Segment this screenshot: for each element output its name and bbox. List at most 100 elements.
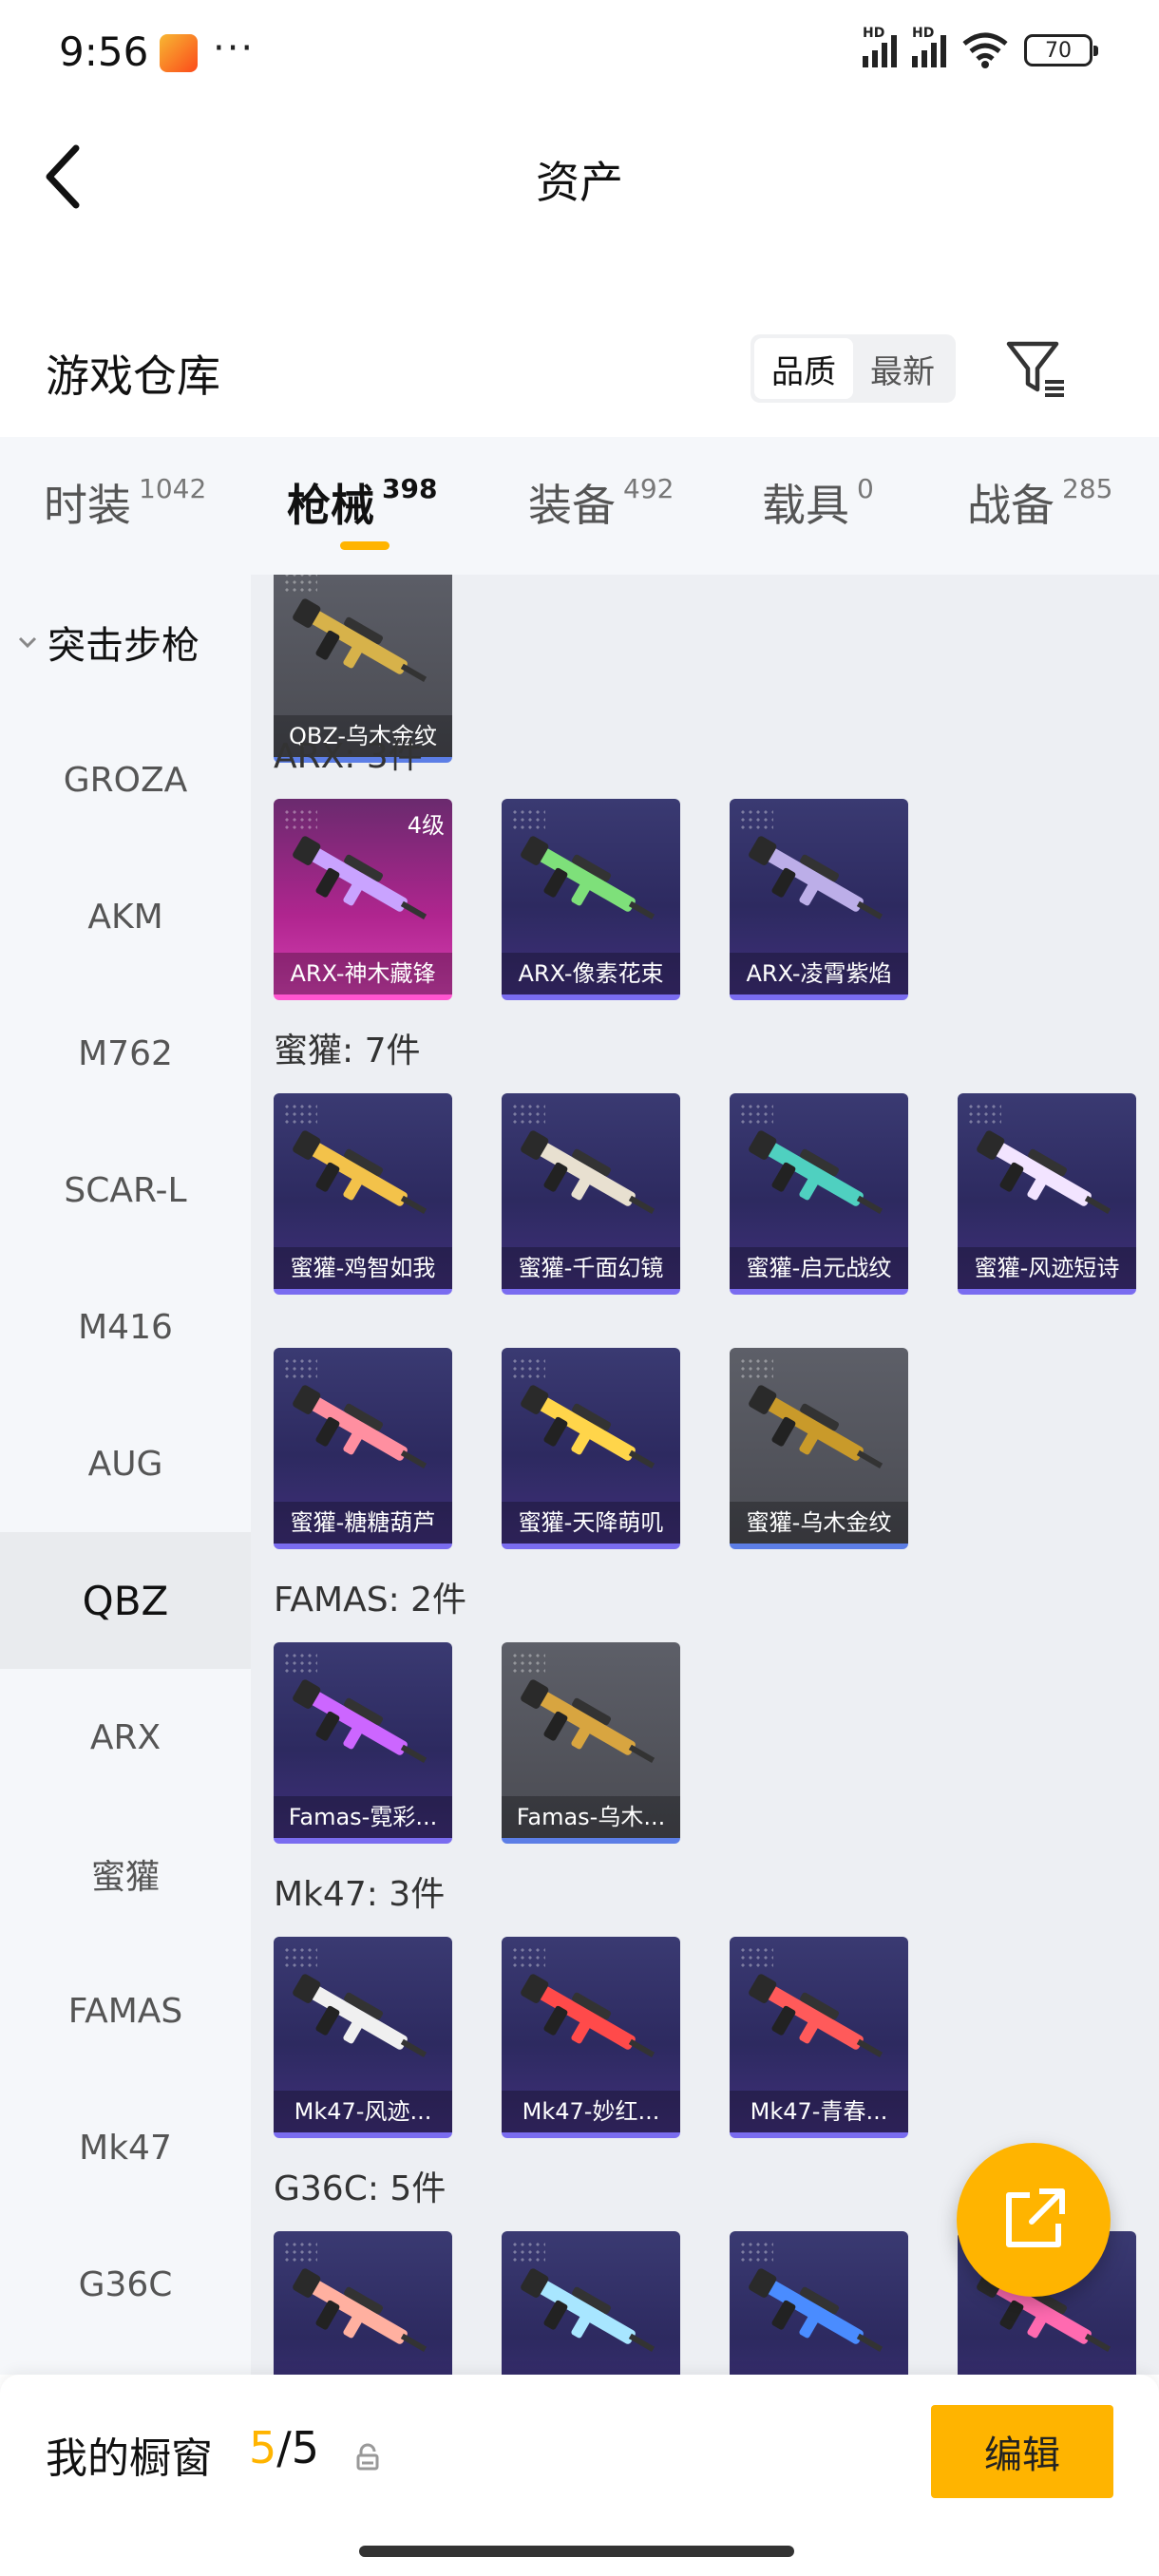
active-tab-indicator	[340, 541, 390, 550]
edit-button[interactable]: 编辑	[931, 2405, 1113, 2498]
item-card[interactable]: Mk47-青春...	[730, 1937, 908, 2138]
sidebar-item[interactable]: Mk47	[0, 2079, 251, 2216]
item-card[interactable]: Mk47-妙红...	[502, 1937, 680, 2138]
rifle-icon	[521, 1385, 656, 1468]
item-name: 蜜獾-鸡智如我	[274, 1247, 452, 1289]
tab-label: 枪械	[287, 480, 374, 531]
item-card[interactable]: 蜜獾-风迹短诗	[958, 1093, 1136, 1295]
item-name: ARX-神木藏锋	[274, 953, 452, 994]
group-label: 蜜獾: 7件	[274, 1032, 421, 1070]
tab-count: 0	[857, 473, 874, 504]
status-bar: 9:56 ··· HD HD 70	[0, 0, 1159, 104]
item-name: Mk47-青春...	[730, 2091, 908, 2132]
item-name: 蜜獾-糖糖葫芦	[274, 1502, 452, 1544]
wifi-icon	[962, 32, 1008, 68]
sidebar-item[interactable]: FAMAS	[0, 1942, 251, 2079]
screen: 9:56 ··· HD HD 70 资产 游戏仓库 品质 最新 时装 1042 …	[0, 0, 1159, 2576]
tab-firearms[interactable]: 枪械 398	[287, 471, 437, 534]
tab-vehicles[interactable]: 载具 0	[762, 471, 874, 534]
item-card[interactable]: 蜜獾-千面幻镜	[502, 1093, 680, 1295]
filter-icon[interactable]	[1005, 338, 1068, 401]
sidebar-item[interactable]: AKM	[0, 848, 251, 985]
rifle-icon	[749, 1130, 884, 1214]
sidebar-item[interactable]: G36C	[0, 2216, 251, 2353]
showcase-separator: /	[276, 2422, 292, 2473]
showcase-count: 5/5	[249, 2422, 319, 2473]
group-label: FAMAS: 2件	[274, 1581, 467, 1619]
tab-combat-gear[interactable]: 战备 285	[967, 471, 1112, 534]
rifle-icon	[749, 836, 884, 919]
item-card[interactable]: 蜜獾-鸡智如我	[274, 1093, 452, 1295]
rifle-icon	[521, 1679, 656, 1763]
lock-icon	[356, 2443, 379, 2471]
rifle-icon	[749, 1385, 884, 1468]
rifle-icon	[293, 836, 428, 919]
item-card[interactable]: 蜜獾-乌木金纹	[730, 1348, 908, 1549]
rifle-icon	[293, 2268, 428, 2352]
item-card[interactable]	[502, 2231, 680, 2375]
tab-count: 1042	[139, 473, 207, 504]
rifle-icon	[293, 1130, 428, 1214]
rifle-icon	[749, 2268, 884, 2352]
signal-icon: HD	[863, 26, 897, 67]
sidebar-item[interactable]: ARX	[0, 1669, 251, 1806]
sidebar-item[interactable]: AUG	[0, 1395, 251, 1532]
item-card[interactable]: 蜜獾-天降萌叽	[502, 1348, 680, 1549]
share-button[interactable]	[957, 2143, 1111, 2297]
tab-count: 285	[1062, 473, 1113, 504]
item-name: 蜜獾-启元战纹	[730, 1247, 908, 1289]
sidebar-item[interactable]: 蜜獾	[0, 1806, 251, 1942]
battery-icon: 70	[1024, 34, 1098, 66]
rifle-icon	[749, 1974, 884, 2057]
item-name: Famas-乌木...	[502, 1796, 680, 1838]
tab-label: 装备	[528, 480, 616, 531]
item-card[interactable]: Famas-霓彩...	[274, 1642, 452, 1844]
item-card[interactable]: ARX-像素花束	[502, 799, 680, 1000]
rifle-icon	[293, 598, 428, 682]
sidebar-item[interactable]: SCAR-L	[0, 1122, 251, 1259]
item-card[interactable]	[274, 2231, 452, 2375]
status-icons: HD HD 70	[863, 26, 1098, 68]
tab-label: 战备	[967, 480, 1054, 531]
signal-icon: HD	[912, 26, 946, 67]
rifle-icon	[521, 836, 656, 919]
item-card[interactable]: ARX-凌霄紫焰	[730, 799, 908, 1000]
page-title: 资产	[536, 157, 623, 208]
sidebar-item[interactable]: M762	[0, 985, 251, 1122]
sort-newest-button[interactable]: 最新	[853, 338, 952, 399]
item-card[interactable]: 蜜獾-启元战纹	[730, 1093, 908, 1295]
weapon-type-sidebar: 突击步枪 GROZA AKM M762 SCAR-L M416 AUG QBZ ARX 蜜獾 FA…	[0, 575, 251, 2375]
item-name: ARX-凌霄紫焰	[730, 953, 908, 994]
sort-quality-button[interactable]: 品质	[754, 338, 853, 399]
item-name: Mk47-风迹...	[274, 2091, 452, 2132]
item-name: Mk47-妙红...	[502, 2091, 680, 2132]
more-notifications-icon: ···	[213, 27, 256, 70]
item-card[interactable]: 4级 ARX-神木藏锋	[274, 799, 452, 1000]
sidebar-group-label: 突击步枪	[48, 624, 200, 668]
rifle-icon	[977, 1130, 1112, 1214]
item-card[interactable]: Mk47-风迹...	[274, 1937, 452, 2138]
section-header: 游戏仓库 品质 最新	[0, 323, 1159, 437]
item-card[interactable]	[730, 2231, 908, 2375]
rifle-icon	[293, 1385, 428, 1468]
level-badge: 4级	[407, 812, 445, 839]
group-label: Mk47: 3件	[274, 1875, 446, 1914]
tab-equipment[interactable]: 装备 492	[528, 471, 674, 534]
tab-fashion[interactable]: 时装 1042	[44, 471, 206, 534]
item-name: 蜜獾-千面幻镜	[502, 1247, 680, 1289]
sidebar-item[interactable]: M416	[0, 1259, 251, 1395]
item-card[interactable]: 蜜獾-糖糖葫芦	[274, 1348, 452, 1549]
tab-label: 时装	[44, 480, 131, 531]
showcase-label: 我的橱窗	[46, 2434, 213, 2483]
app-notification-icon	[160, 34, 198, 72]
item-card[interactable]: Famas-乌木...	[502, 1642, 680, 1844]
sidebar-item[interactable]: GROZA	[0, 711, 251, 848]
home-indicator	[359, 2546, 794, 2557]
category-tabs: 时装 1042 枪械 398 装备 492 载具 0 战备 285	[0, 437, 1159, 575]
rifle-icon	[293, 1974, 428, 2057]
sidebar-group-assault-rifles[interactable]: 突击步枪	[17, 615, 200, 670]
sidebar-item[interactable]: QBZ	[0, 1532, 251, 1669]
tab-label: 载具	[762, 480, 849, 531]
item-name: 蜜獾-风迹短诗	[958, 1247, 1136, 1289]
chevron-down-icon	[18, 636, 37, 649]
